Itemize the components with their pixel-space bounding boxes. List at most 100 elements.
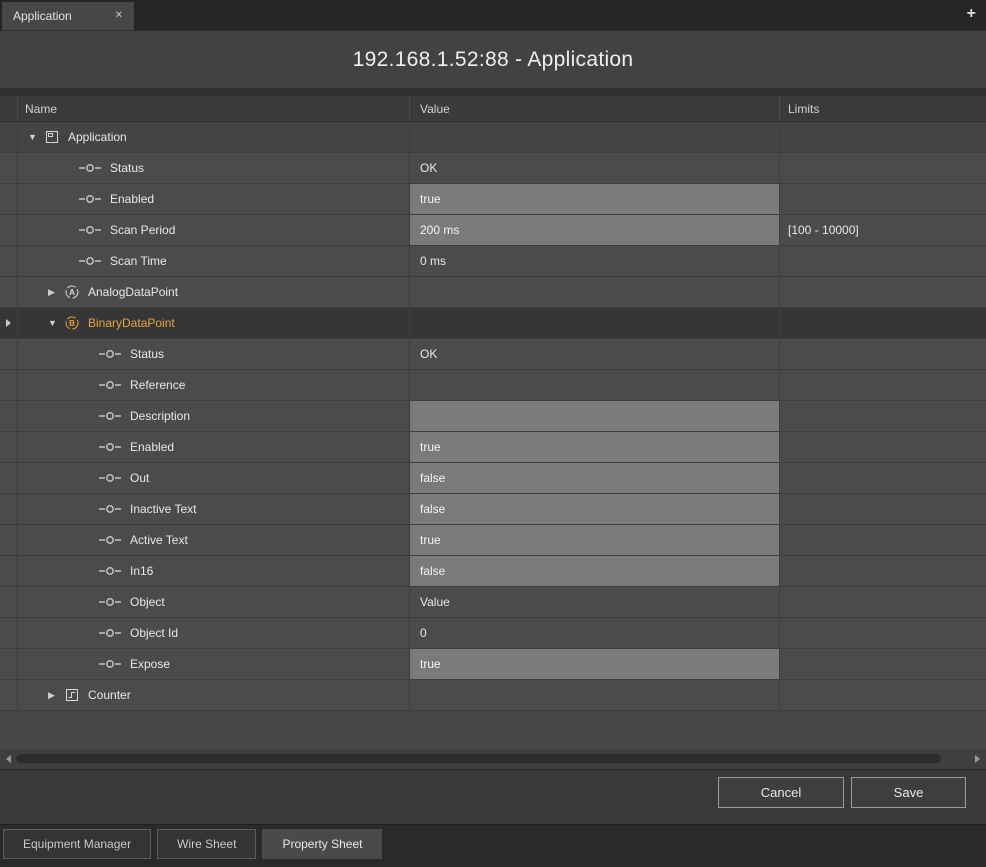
table-row[interactable]: Enabled true <box>0 184 986 215</box>
row-selector-gutter <box>0 463 18 493</box>
table-row[interactable]: Enabled true <box>0 432 986 463</box>
table-row[interactable]: Active Text true <box>0 525 986 556</box>
row-value-cell[interactable] <box>410 401 780 431</box>
row-value-text: true <box>420 657 441 671</box>
row-name-cell[interactable]: Object <box>18 587 410 617</box>
horizontal-scrollbar[interactable] <box>0 749 986 769</box>
row-value-cell[interactable]: 0 <box>410 618 780 648</box>
row-name-cell[interactable]: Inactive Text <box>18 494 410 524</box>
table-row[interactable]: ▶ Counter <box>0 680 986 711</box>
row-name-cell[interactable]: Description <box>18 401 410 431</box>
row-value-cell[interactable]: false <box>410 463 780 493</box>
tab-property-sheet[interactable]: Property Sheet <box>262 829 382 859</box>
row-value-cell[interactable]: false <box>410 556 780 586</box>
tab-equipment-manager[interactable]: Equipment Manager <box>3 829 151 859</box>
expand-arrow-icon[interactable]: ▶ <box>48 287 64 298</box>
row-name-cell[interactable]: ▶ Counter <box>18 680 410 710</box>
row-name-cell[interactable]: In16 <box>18 556 410 586</box>
row-name-label: Inactive Text <box>130 502 196 516</box>
row-value-cell[interactable]: OK <box>410 339 780 369</box>
row-value-cell[interactable] <box>410 277 780 307</box>
row-name-label: Expose <box>130 657 170 671</box>
row-limits-text: [100 - 10000] <box>788 223 859 237</box>
row-name-label: Application <box>68 130 127 144</box>
scroll-left-arrow-icon[interactable] <box>6 755 11 763</box>
table-row[interactable]: Status OK <box>0 339 986 370</box>
tab-application[interactable]: Application ✕ <box>2 2 134 30</box>
row-name-cell[interactable]: ▼ B BinaryDataPoint <box>18 308 410 338</box>
row-selector-gutter <box>0 153 18 183</box>
row-value-text: 0 ms <box>420 254 446 268</box>
table-row[interactable]: ▶ A AnalogDataPoint <box>0 277 986 308</box>
tab-wire-sheet[interactable]: Wire Sheet <box>157 829 256 859</box>
table-row[interactable]: In16 false <box>0 556 986 587</box>
table-row[interactable]: Description <box>0 401 986 432</box>
property-pin-icon <box>98 439 122 455</box>
table-row[interactable]: Scan Period 200 ms [100 - 10000] <box>0 215 986 246</box>
table-row[interactable]: Object Id 0 <box>0 618 986 649</box>
row-value-text: 200 ms <box>420 223 459 237</box>
row-value-cell[interactable]: 200 ms <box>410 215 780 245</box>
add-tab-icon[interactable]: + <box>967 6 976 22</box>
table-row[interactable]: Scan Time 0 ms <box>0 246 986 277</box>
row-value-cell[interactable]: 0 ms <box>410 246 780 276</box>
row-name-cell[interactable]: ▼ Application <box>18 122 410 152</box>
row-name-cell[interactable]: Enabled <box>18 432 410 462</box>
row-name-cell[interactable]: Reference <box>18 370 410 400</box>
row-selector-gutter <box>0 339 18 369</box>
row-limits-cell <box>780 153 986 183</box>
row-name-label: Enabled <box>130 440 174 454</box>
table-row[interactable]: Out false <box>0 463 986 494</box>
row-limits-cell: [100 - 10000] <box>780 215 986 245</box>
table-row[interactable]: Expose true <box>0 649 986 680</box>
row-value-cell[interactable] <box>410 122 780 152</box>
property-pin-icon <box>78 253 102 269</box>
scroll-right-arrow-icon[interactable] <box>975 755 980 763</box>
row-name-label: Enabled <box>110 192 154 206</box>
table-row[interactable]: Object Value <box>0 587 986 618</box>
binary-point-icon: B <box>64 315 80 331</box>
row-name-cell[interactable]: Scan Period <box>18 215 410 245</box>
table-row[interactable]: Status OK <box>0 153 986 184</box>
row-value-cell[interactable]: Value <box>410 587 780 617</box>
table-row[interactable]: ▼ Application <box>0 122 986 153</box>
row-limits-cell <box>780 122 986 152</box>
row-name-cell[interactable]: ▶ A AnalogDataPoint <box>18 277 410 307</box>
row-name-cell[interactable]: Scan Time <box>18 246 410 276</box>
row-value-cell[interactable] <box>410 680 780 710</box>
row-value-cell[interactable] <box>410 370 780 400</box>
row-value-cell[interactable]: true <box>410 432 780 462</box>
row-value-cell[interactable]: false <box>410 494 780 524</box>
row-name-cell[interactable]: Status <box>18 153 410 183</box>
row-name-cell[interactable]: Enabled <box>18 184 410 214</box>
expand-arrow-icon[interactable]: ▶ <box>48 690 64 701</box>
row-name-cell[interactable]: Out <box>18 463 410 493</box>
save-button[interactable]: Save <box>851 777 966 808</box>
row-value-text: true <box>420 192 441 206</box>
property-pin-icon <box>98 563 122 579</box>
hscrollbar-thumb[interactable] <box>16 754 941 763</box>
row-name-cell[interactable]: Object Id <box>18 618 410 648</box>
cancel-button[interactable]: Cancel <box>718 777 844 808</box>
row-value-cell[interactable]: true <box>410 184 780 214</box>
row-value-cell[interactable] <box>410 308 780 338</box>
row-value-text: false <box>420 502 445 516</box>
close-icon[interactable]: ✕ <box>115 11 123 21</box>
row-name-cell[interactable]: Active Text <box>18 525 410 555</box>
row-limits-cell <box>780 680 986 710</box>
row-value-cell[interactable]: true <box>410 525 780 555</box>
table-row[interactable]: Inactive Text false <box>0 494 986 525</box>
expand-arrow-icon[interactable]: ▼ <box>28 132 44 142</box>
row-value-cell[interactable]: OK <box>410 153 780 183</box>
row-name-cell[interactable]: Expose <box>18 649 410 679</box>
table-row[interactable]: Reference <box>0 370 986 401</box>
table-row[interactable]: ▼ B BinaryDataPoint <box>0 308 986 339</box>
row-selector-gutter <box>0 525 18 555</box>
row-name-cell[interactable]: Status <box>18 339 410 369</box>
property-rows: ▼ Application Status OK Enabled true <box>0 122 986 711</box>
row-name-label: Reference <box>130 378 185 392</box>
row-selector-gutter <box>0 556 18 586</box>
connection-title-bar: 192.168.1.52:88 - Application <box>0 30 986 88</box>
row-value-cell[interactable]: true <box>410 649 780 679</box>
expand-arrow-icon[interactable]: ▼ <box>48 318 64 328</box>
